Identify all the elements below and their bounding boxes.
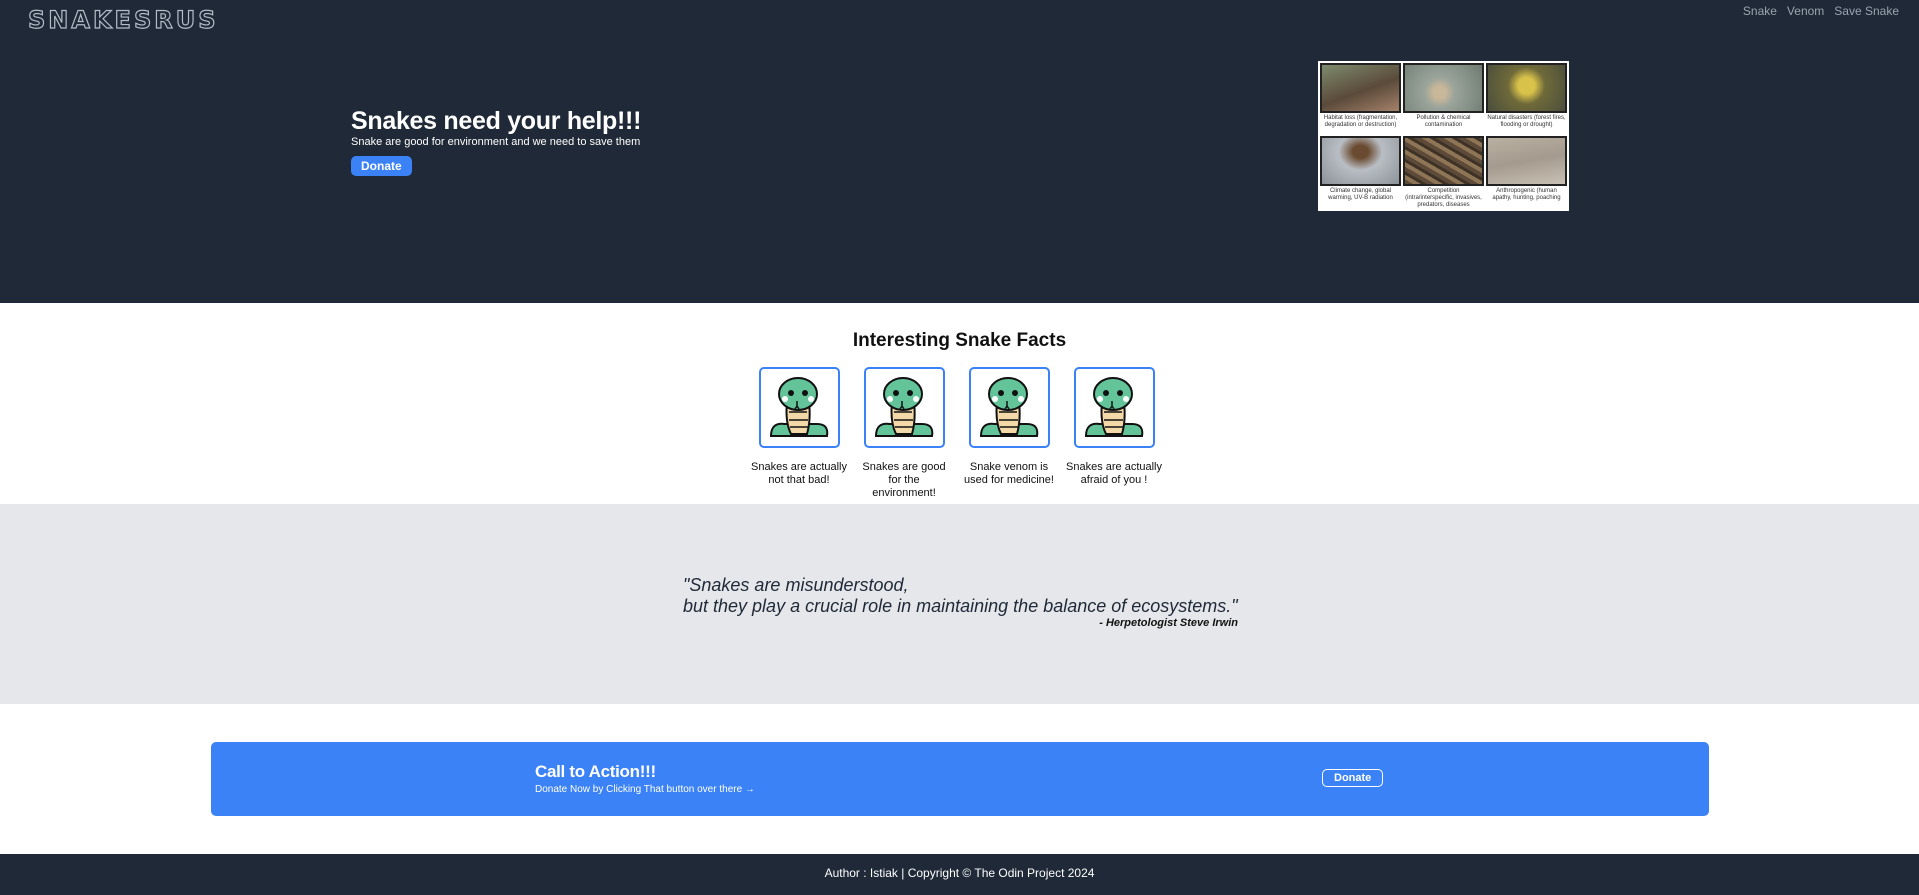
snake-icon: [1073, 367, 1155, 448]
infographic-cell: Natural disasters (forest fires, floodin…: [1486, 63, 1567, 134]
competition-photo: [1403, 136, 1484, 186]
infographic-caption: Climate change, global warming, UV-B rad…: [1328, 188, 1393, 201]
quote-text: "Snakes are misunderstood, but they play…: [683, 575, 1238, 617]
fact-card: Snakes are good for the environment!: [856, 367, 952, 500]
infographic-cell: Competition (intra/interspecific, invasi…: [1403, 136, 1484, 209]
facts-title: Interesting Snake Facts: [852, 330, 1067, 351]
site-logo[interactable]: SNAKESRUS: [27, 5, 218, 34]
cta-donate-button[interactable]: Donate: [1322, 769, 1384, 787]
infographic-cell: Habitat loss (fragmentation, degradation…: [1320, 63, 1401, 134]
nav-link-save-snake[interactable]: Save Snake: [1834, 4, 1899, 18]
top-nav: Snake Venom Save Snake: [1743, 4, 1899, 18]
infographic-caption: Pollution & chemical contamination: [1416, 115, 1471, 128]
facts-section: Interesting Snake Facts Snakes are actua…: [0, 303, 1919, 504]
fact-text: Snakes are good for the environment!: [862, 461, 946, 499]
nav-link-snake[interactable]: Snake: [1743, 4, 1777, 18]
infographic-caption: Natural disasters (forest fires, floodin…: [1487, 115, 1566, 128]
nav-link-venom[interactable]: Venom: [1787, 4, 1824, 18]
cta-subtitle: Donate Now by Clicking That button over …: [535, 784, 755, 795]
fact-card: Snake venom is used for medicine!: [961, 367, 1057, 500]
hero-title: Snakes need your help!!!: [351, 107, 642, 135]
call-to-action-banner: Call to Action!!! Donate Now by Clicking…: [211, 742, 1709, 816]
infographic-caption: Competition (intra/interspecific, invasi…: [1405, 188, 1482, 208]
hero-donate-button[interactable]: Donate: [351, 156, 412, 176]
footer: Author : Istiak | Copyright © The Odin P…: [0, 854, 1919, 895]
fact-card: Snakes are actually afraid of you !: [1066, 367, 1162, 500]
hero-subtitle: Snake are good for environment and we ne…: [351, 136, 641, 148]
fact-text: Snakes are actually afraid of you !: [1066, 461, 1162, 486]
infographic-caption: Anthropogenic (human apathy, hunting, po…: [1492, 188, 1561, 201]
snake-icon: [758, 367, 840, 448]
facts-cards: Snakes are actually not that bad! Snakes…: [751, 367, 1162, 500]
infographic-cell: Anthropogenic (human apathy, hunting, po…: [1486, 136, 1567, 209]
snake-icon: [968, 367, 1050, 448]
quote-line-2: but they play a crucial role in maintain…: [683, 596, 1238, 616]
quote-line-1: "Snakes are misunderstood,: [683, 575, 909, 595]
habitat-loss-photo: [1320, 63, 1401, 113]
snake-icon: [863, 367, 945, 448]
anthropogenic-photo: [1486, 136, 1567, 186]
pollution-photo: [1403, 63, 1484, 113]
fact-text: Snakes are actually not that bad!: [751, 461, 847, 486]
fact-text: Snake venom is used for medicine!: [964, 461, 1054, 486]
hero-section: SNAKESRUS Snake Venom Save Snake Snakes …: [0, 0, 1919, 303]
infographic-cell: Pollution & chemical contamination: [1403, 63, 1484, 134]
quote-section: "Snakes are misunderstood, but they play…: [0, 504, 1919, 704]
infographic-caption: Habitat loss (fragmentation, degradation…: [1323, 115, 1398, 128]
threats-infographic-image: Habitat loss (fragmentation, degradation…: [1318, 61, 1569, 211]
footer-text: Author : Istiak | Copyright © The Odin P…: [824, 866, 1095, 880]
fact-card: Snakes are actually not that bad!: [751, 367, 847, 500]
cta-title: Call to Action!!!: [535, 762, 656, 781]
natural-disasters-photo: [1486, 63, 1567, 113]
hero-text: Snakes need your help!!! Snake are good …: [351, 107, 641, 176]
infographic-cell: Climate change, global warming, UV-B rad…: [1320, 136, 1401, 209]
climate-change-photo: [1320, 136, 1401, 186]
quote-author: - Herpetologist Steve Irwin: [1099, 617, 1238, 629]
